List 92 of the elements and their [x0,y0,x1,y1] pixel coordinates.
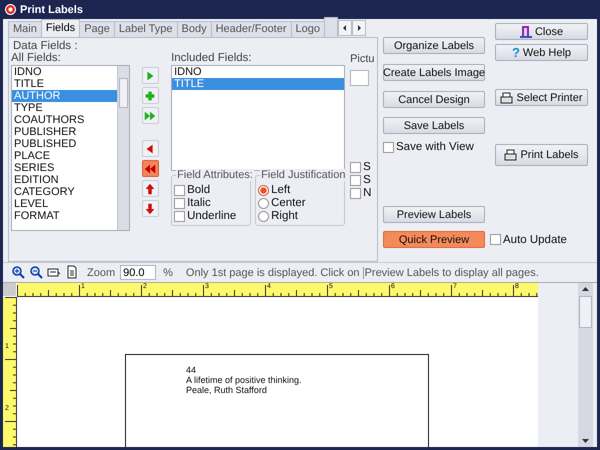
print-labels-button[interactable]: Print Labels [495,144,588,166]
scroll-left-icon[interactable] [338,20,352,36]
checkbox-label: Underline [187,210,236,222]
scroll-up-icon[interactable] [581,286,590,292]
label-text: A lifetime of positive thinking. [186,375,303,385]
list-item[interactable]: CATEGORY [12,186,117,198]
checkbox[interactable] [350,174,362,186]
zoom-in-icon[interactable] [11,265,26,280]
radio-label: Right [271,210,298,222]
group-title: Data Fields : [13,41,79,52]
scrollbar[interactable] [578,283,593,447]
checkbox-label: S [363,161,371,173]
radio-label: Center [271,197,306,209]
radio-label: Left [271,184,290,196]
checkbox[interactable] [174,210,186,222]
list-item[interactable]: EDITION [12,174,117,186]
list-item[interactable]: SERIES [12,162,117,174]
scroll-thumb[interactable] [118,78,128,108]
list-item[interactable]: PLACE [12,150,117,162]
group-title: Field Attributes: [176,169,254,181]
checkbox[interactable] [350,188,362,198]
tab[interactable]: Logo [290,21,326,37]
checkbox-label: Italic [187,197,211,209]
quick-preview-button[interactable]: Quick Preview [383,231,485,248]
create-labels-image-button[interactable]: Create Labels Image [383,64,485,81]
select-printer-button[interactable]: Select Printer [495,89,588,106]
ruler-corner [3,283,16,296]
scroll-right-icon[interactable] [352,20,366,36]
cancel-design-button[interactable]: Cancel Design [383,91,485,108]
web-help-button[interactable]: ? Web Help [495,44,588,61]
list-item[interactable]: LEVEL [12,198,117,210]
radio-button[interactable] [258,210,270,222]
checkbox-label: Auto Update [503,234,567,246]
checkbox-label: S [363,174,371,186]
move-button[interactable] [142,140,159,157]
checkbox-label: Bold [187,184,210,196]
help-icon: ? [512,45,520,60]
plus-icon [143,88,158,102]
list-item[interactable]: PUBLISHER [12,126,117,138]
radio-button[interactable] [258,184,270,196]
list-label: All Fields: [11,52,62,65]
list-item[interactable]: TYPE [12,102,117,114]
scroll-thumb[interactable] [579,296,592,328]
info-text: Only 1st page is displayed. Click on [186,266,360,278]
window-title: Print Labels [20,4,83,16]
input-field[interactable] [350,70,370,86]
move-button[interactable] [142,200,159,217]
printer-icon [500,92,514,104]
list-label: Included Fields: [171,52,253,65]
label-text: 44 [186,365,198,375]
double-left-arrow-icon [143,162,158,176]
move-button[interactable] [142,87,159,104]
label-text: Peale, Ruth Stafford [186,385,268,395]
checkbox[interactable] [174,184,186,196]
move-button[interactable] [142,67,159,84]
tab[interactable]: Label Type [114,21,178,37]
move-button[interactable] [142,180,159,197]
checkbox[interactable] [174,198,186,208]
list-item[interactable]: IDNO [12,66,117,78]
scrollbar[interactable] [116,66,129,230]
close-button[interactable]: Close [495,23,588,40]
tab[interactable]: Body [176,21,212,37]
printer-icon [504,149,518,161]
list-item[interactable]: PUBLISHED [12,138,117,150]
zoom-out-icon[interactable] [29,265,44,280]
move-button[interactable] [142,107,159,124]
preview-labels-button[interactable]: Preview Labels [383,206,485,223]
door-icon [520,25,532,38]
tab[interactable]: Header/Footer [210,21,292,37]
tab[interactable]: Main [8,21,42,37]
zoom-label: Zoom [87,266,116,278]
list-item[interactable]: COAUTHORS [12,114,117,126]
checkbox-label: N [363,187,372,199]
move-button[interactable] [142,160,159,177]
scroll-down-icon[interactable] [581,438,590,444]
percent-label: % [163,266,173,278]
info-text: Preview Labels to display all pages. [362,266,539,278]
tab[interactable]: Page [79,21,115,37]
list-item[interactable]: FORMAT [12,210,117,222]
list-item[interactable]: IDNO [172,66,344,78]
checkbox[interactable] [383,142,394,152]
organize-labels-button[interactable]: Organize Labels [383,37,485,54]
list-item[interactable]: TITLE [12,78,117,90]
app-icon [5,4,16,15]
checkbox[interactable] [350,162,362,172]
field-label: Pictu [350,52,375,67]
zoom-field[interactable]: 90.0 [120,265,156,280]
save-labels-button[interactable]: Save Labels [383,117,485,134]
checkbox-label: Save with View [396,141,474,153]
radio-button[interactable] [258,198,270,208]
group-title: Field Justification [260,169,346,181]
checkbox[interactable] [490,234,501,245]
